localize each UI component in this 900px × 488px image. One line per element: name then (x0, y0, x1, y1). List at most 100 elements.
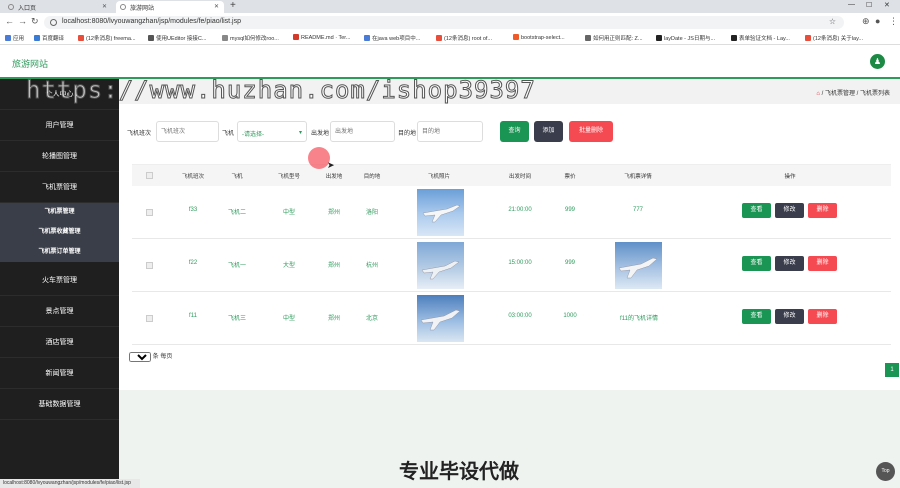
plane-select-value: -请选择- (242, 132, 264, 138)
sidebar-item-hotels[interactable]: 酒店管理 (0, 327, 119, 358)
submenu-item-flight-orders[interactable]: 飞机票订单管理 (0, 243, 119, 262)
airplane-photo (417, 242, 464, 289)
user-avatar-icon[interactable]: ♟ (870, 54, 885, 69)
add-button[interactable]: 添加 (534, 121, 563, 142)
flight-no-label: 飞机班次 (127, 131, 152, 137)
bookmark-item[interactable]: (12条消息) root of... (436, 34, 492, 42)
row-checkbox[interactable] (146, 315, 153, 322)
browser-tab-active[interactable]: 旅游网站 ✕ (116, 1, 224, 13)
bookmark-item[interactable]: bootstrap-select... (513, 34, 565, 41)
close-window-icon[interactable]: ✕ (884, 1, 890, 9)
bookmark-item[interactable]: 表单验证文档 - Lay... (731, 34, 790, 42)
delete-button[interactable]: 删除 (808, 203, 837, 218)
profile-icon[interactable]: ● (875, 16, 880, 26)
flight-ticket-table: 飞机班次 飞机 飞机型号 出发地 目的地 飞机照片 出发时间 票价 飞机票详情 … (132, 164, 891, 345)
forward-icon[interactable]: → (18, 16, 27, 26)
filter-bar: 飞机班次 飞机 -请选择- ▾ 出发地 目的地 查询 添加 批量删除 (127, 121, 887, 143)
sidebar-submenu: 飞机票管理 飞机票收藏管理 飞机票订单管理 (0, 203, 119, 262)
departure-input[interactable] (330, 121, 395, 142)
bookmark-item[interactable]: README.md · Ter... (293, 34, 350, 41)
sidebar-item-carousel[interactable]: 轮播图管理 (0, 141, 119, 172)
watermark-text: https://www.huzhan.com/ishop39397 (26, 76, 536, 105)
bookmark-item[interactable]: 如何用正则匹配: Z... (585, 34, 643, 42)
sidebar-item-train-tickets[interactable]: 火车票管理 (0, 265, 119, 296)
app-header: 旅游网站 ♟ (0, 46, 900, 77)
breadcrumb-separator: / (821, 91, 824, 97)
batch-delete-button[interactable]: 批量删除 (569, 121, 613, 142)
menu-kebab-icon[interactable]: ⋮ (889, 16, 898, 27)
edit-button[interactable]: 修改 (775, 203, 804, 218)
extensions-icon[interactable]: ⊕ (862, 16, 870, 27)
view-button[interactable]: 查看 (742, 309, 771, 324)
page-size-suffix: 条 每页 (152, 354, 173, 360)
col-price: 票价 (564, 174, 576, 180)
bookmark-item[interactable]: layDate - JS日期与... (656, 34, 715, 42)
bookmark-item[interactable]: 在java web项目中... (364, 34, 420, 42)
bookmark-item[interactable]: 使用UEditor 接接C... (148, 34, 206, 42)
sidebar-item-users[interactable]: 用户管理 (0, 110, 119, 141)
bookmark-item[interactable]: (12条消息) 关于lay... (805, 34, 863, 42)
cell-time: 03:00:00 (508, 313, 532, 319)
address-bar[interactable]: localhost:8080/lvyouwangzhan/jsp/modules… (44, 16, 844, 29)
bookmark-item[interactable]: (12条消息) freema... (78, 34, 136, 42)
destination-input[interactable] (417, 121, 483, 142)
view-button[interactable]: 查看 (742, 203, 771, 218)
cell-flight-no: f33 (188, 207, 198, 213)
cell-price: 999 (564, 207, 575, 213)
delete-button[interactable]: 删除 (808, 309, 837, 324)
plane-select[interactable]: -请选择- ▾ (237, 121, 307, 142)
submenu-item-flight-tickets[interactable]: 飞机票管理 (0, 203, 119, 222)
bookmark-item[interactable]: 应用 (5, 34, 24, 42)
row-checkbox[interactable] (146, 262, 153, 269)
col-actions: 操作 (784, 174, 796, 180)
page-size-select[interactable]: 10 (129, 352, 151, 362)
sidebar-item-flight-tickets[interactable]: 飞机票管理 (0, 172, 119, 203)
row-checkbox[interactable] (146, 209, 153, 216)
browser-tab-entry[interactable]: 入口页 ✕ (4, 1, 112, 13)
globe-icon (8, 4, 14, 10)
close-tab-icon[interactable]: ✕ (102, 3, 107, 10)
cell-to: 杭州 (365, 263, 378, 269)
chevron-down-icon: ▾ (298, 130, 302, 136)
cell-price: 1000 (563, 313, 577, 319)
reload-icon[interactable]: ↻ (31, 16, 39, 27)
table-row: f11 飞机三 中型 郑州 北京 03:00:00 1000 f11的飞机详情 … (132, 292, 891, 345)
flight-no-input[interactable] (156, 121, 219, 142)
breadcrumb-level2: 飞机票列表 (859, 91, 890, 97)
table-row: f33 飞机二 中型 郑州 洛阳 21:00:00 999 777 查看 修改 … (132, 186, 891, 239)
bookmark-item[interactable]: 百度翻译 (34, 34, 64, 42)
sidebar-item-base-data[interactable]: 基础数据管理 (0, 389, 119, 420)
minimize-icon[interactable]: — (848, 1, 855, 8)
maximize-icon[interactable]: ☐ (866, 1, 872, 9)
col-from: 出发地 (325, 174, 343, 180)
edit-button[interactable]: 修改 (775, 309, 804, 324)
home-icon[interactable]: ⌂ (816, 91, 820, 97)
address-url: localhost:8080/lvyouwangzhan/jsp/modules… (62, 18, 241, 25)
airplane-photo (417, 295, 464, 342)
new-tab-icon[interactable]: + (230, 0, 236, 11)
select-all-checkbox[interactable] (146, 172, 153, 179)
back-icon[interactable]: ← (5, 16, 14, 26)
col-time: 出发时间 (508, 174, 531, 180)
breadcrumb-level1[interactable]: 飞机票管理 (825, 91, 855, 97)
bookmark-item[interactable]: mysql如何修改roo... (222, 34, 279, 42)
site-brand[interactable]: 旅游网站 (12, 57, 48, 70)
info-icon[interactable] (50, 19, 57, 26)
page-1-button[interactable]: 1 (885, 363, 899, 377)
submenu-item-flight-favorites[interactable]: 飞机票收藏管理 (0, 223, 119, 242)
col-detail: 飞机票详情 (624, 174, 652, 180)
cell-to: 北京 (365, 316, 378, 322)
col-to: 目的地 (363, 174, 381, 180)
view-button[interactable]: 查看 (742, 256, 771, 271)
back-to-top-button[interactable]: Top (876, 462, 895, 481)
sidebar-item-news[interactable]: 新闻管理 (0, 358, 119, 389)
edit-button[interactable]: 修改 (775, 256, 804, 271)
close-tab-icon[interactable]: ✕ (214, 3, 219, 10)
search-button[interactable]: 查询 (500, 121, 529, 142)
departure-label: 出发地 (311, 131, 330, 137)
sidebar-item-scenic-spots[interactable]: 景点管理 (0, 296, 119, 327)
cell-model: 大型 (282, 263, 295, 269)
bookmark-star-icon[interactable]: ☆ (829, 17, 836, 26)
delete-button[interactable]: 删除 (808, 256, 837, 271)
cell-plane: 飞机一 (227, 263, 246, 269)
